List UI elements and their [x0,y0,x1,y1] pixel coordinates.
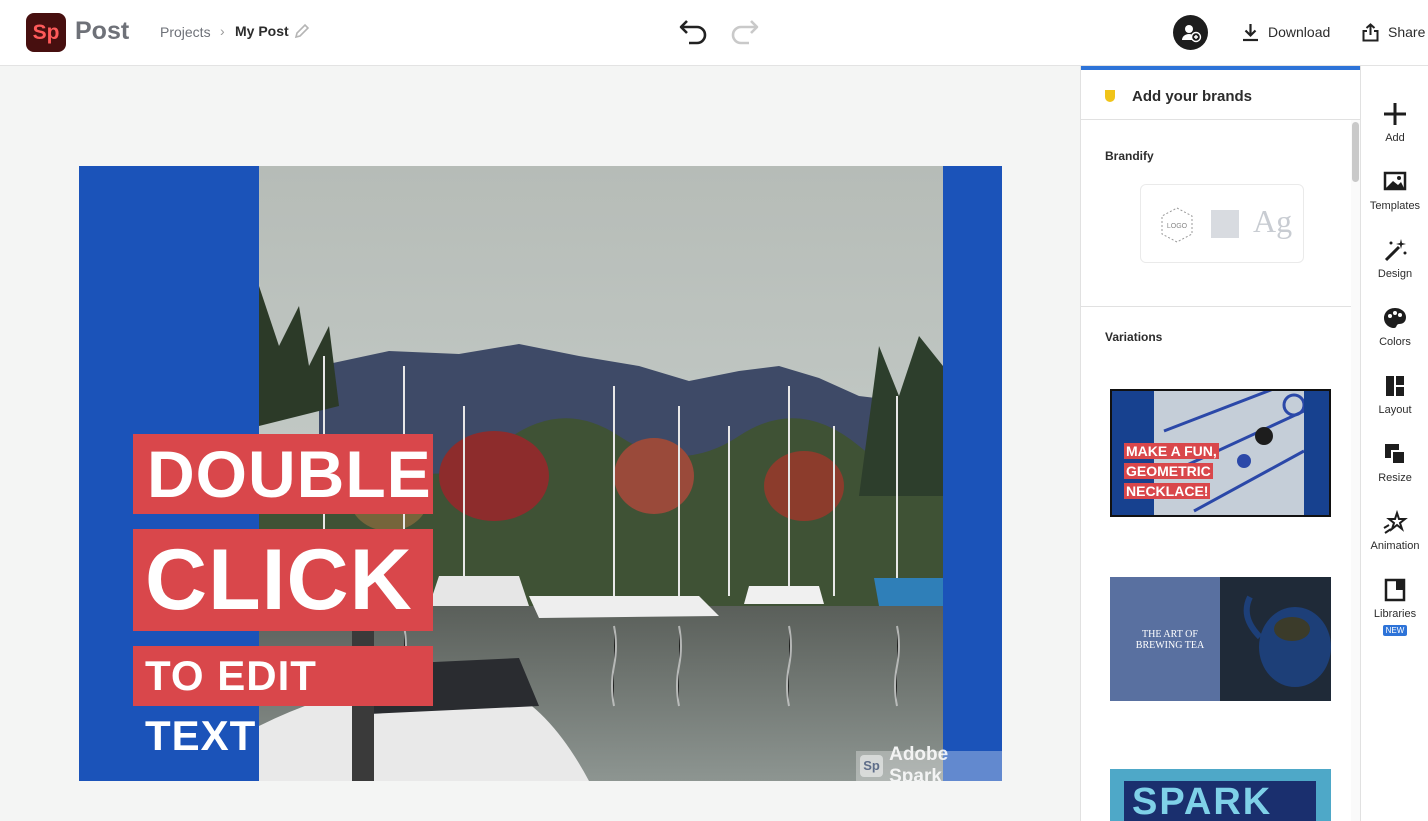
rail-label-add: Add [1385,132,1405,144]
rail-label-animation: Animation [1370,540,1420,552]
templates-icon [1383,171,1407,191]
breadcrumb-projects[interactable]: Projects [160,24,211,40]
plus-icon [1384,103,1406,125]
libraries-icon [1384,578,1406,602]
variation-thumbnail-2[interactable]: THE ART OF BREWING TEA [1110,577,1331,701]
app-name: Post [75,17,130,45]
add-person-icon [1182,25,1202,43]
brand-font-sample: Ag [1253,203,1293,239]
panel-divider [1081,306,1351,307]
new-badge: NEW [1382,625,1408,636]
resize-icon [1385,444,1406,465]
rail-item-resize[interactable]: Resize [1361,440,1428,500]
rail-label-colors: Colors [1379,336,1411,348]
spark-logo[interactable]: Sp [26,13,66,52]
magic-wand-icon [1384,239,1407,262]
download-button[interactable]: Download [1242,22,1330,42]
tool-rail: Add Templates Design Colors Layout Resiz… [1360,66,1428,821]
share-icon [1362,22,1379,41]
brand-shield-icon [1105,90,1115,102]
headline-line-1[interactable]: DOUBLE [133,434,433,514]
rail-label-design: Design [1377,268,1413,280]
teapot-graphic [1243,595,1331,687]
brand-logo-text: LOGO [1167,223,1188,230]
rail-label-libraries: Libraries [1373,608,1417,620]
variation-thumbnail-1[interactable]: MAKE A FUN, GEOMETRIC NECKLACE! [1110,389,1331,517]
layout-icon [1386,376,1404,396]
variation-2-text-line-1: THE ART OF [1142,629,1198,640]
variations-label: Variations [1105,330,1163,344]
invite-collaborator-button[interactable] [1173,15,1208,50]
variation-2-text-line-2: BREWING TEA [1135,640,1205,651]
rail-item-templates[interactable]: Templates [1361,168,1428,228]
add-brands-header[interactable]: Add your brands [1081,70,1360,120]
variation-1-text-line-2: GEOMETRIC [1124,463,1213,479]
share-button[interactable]: Share [1362,22,1425,42]
watermark-text: Adobe Spark [889,744,949,781]
rail-label-resize: Resize [1378,472,1412,484]
undo-icon[interactable] [678,17,710,45]
brands-panel: Add your brands Brandify LOGO Ag Variati… [1080,66,1360,821]
post-canvas[interactable]: DOUBLE CLICK TO EDIT TEXT Sp Adobe Spark [79,166,1002,781]
variation-1-text-line-1: MAKE A FUN, [1124,443,1219,459]
download-label: Download [1268,24,1331,40]
download-icon [1243,23,1258,41]
redo-icon[interactable] [728,17,760,45]
spark-badge-icon: Sp [860,755,884,777]
add-brands-title: Add your brands [1132,88,1253,105]
top-bar: Sp Post Projects › My Post Download Shar [0,0,1428,66]
adobe-spark-watermark[interactable]: Sp Adobe Spark [856,744,1002,781]
rail-item-libraries[interactable]: Libraries NEW [1361,576,1428,636]
brand-logo-icon: LOGO [1161,207,1193,243]
share-label: Share [1388,24,1426,40]
variation-3-text-line-1: SPARK [1132,781,1273,821]
brandify-label: Brandify [1105,149,1154,163]
rail-item-layout[interactable]: Layout [1361,372,1428,432]
brand-color-swatch [1211,210,1239,238]
pencil-icon[interactable] [293,22,311,40]
variation-thumbnail-3[interactable]: SPARK [1110,769,1331,821]
rail-label-templates: Templates [1369,200,1421,212]
rail-item-animation[interactable]: Animation [1361,508,1428,568]
rail-item-colors[interactable]: Colors [1361,304,1428,364]
variation-1-text-line-3: NECKLACE! [1124,483,1211,499]
headline-line-2[interactable]: CLICK [133,529,433,631]
animation-icon [1383,509,1408,534]
panel-scrollbar[interactable] [1351,120,1360,821]
rail-item-add[interactable]: Add [1361,100,1428,160]
headline-line-3[interactable]: TO EDIT TEXT [133,646,433,759]
palette-icon [1384,308,1406,328]
brandify-card[interactable]: LOGO Ag [1140,184,1304,263]
rail-item-design[interactable]: Design [1361,236,1428,296]
breadcrumb-current[interactable]: My Post [235,23,289,39]
breadcrumb-separator: › [220,23,225,39]
panel-scroll-thumb[interactable] [1352,122,1359,182]
rail-label-layout: Layout [1378,404,1412,416]
